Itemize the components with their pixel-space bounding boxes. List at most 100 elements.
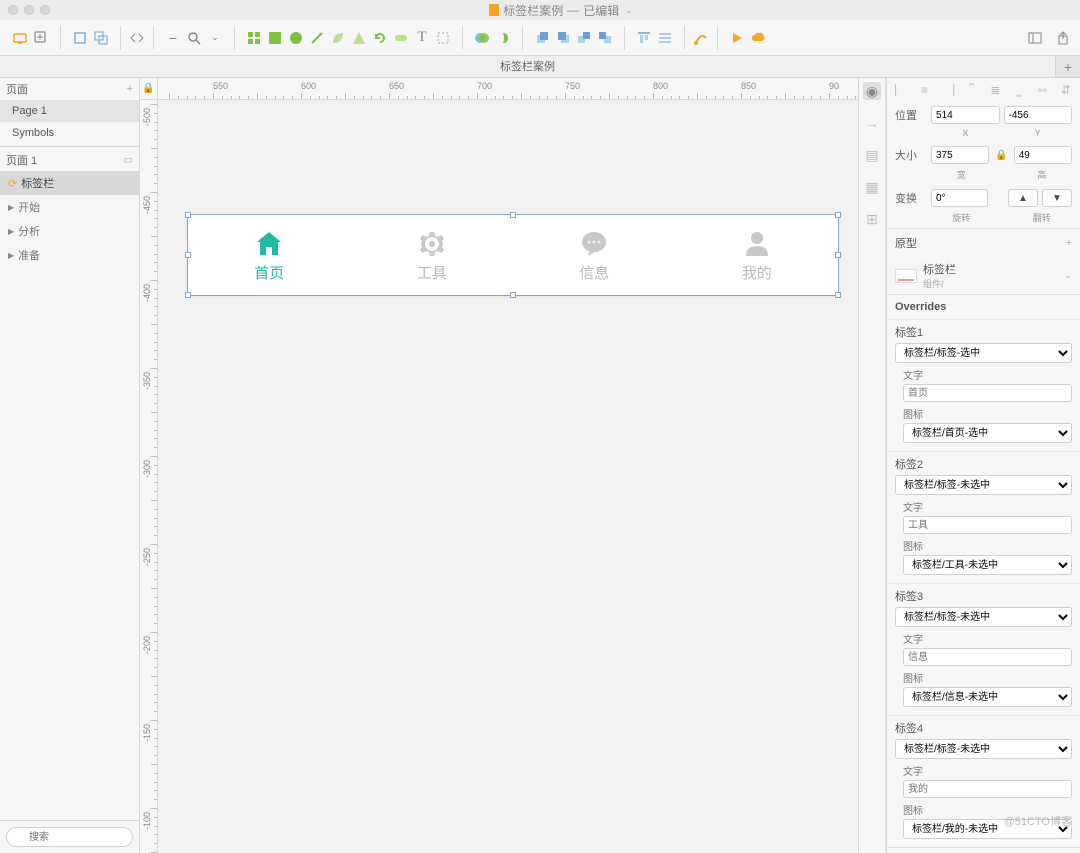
symbol-tool-icon[interactable] bbox=[71, 29, 89, 47]
insert-tool-icon[interactable] bbox=[32, 29, 50, 47]
front-layer-icon[interactable] bbox=[575, 29, 593, 47]
inspector-tab-design[interactable]: ◉ bbox=[863, 82, 881, 100]
overrides-header: Overrides bbox=[895, 301, 946, 313]
back-layer-icon[interactable] bbox=[596, 29, 614, 47]
override-title: 标签3 bbox=[895, 588, 1072, 604]
layer-item[interactable]: ▶开始 bbox=[0, 195, 139, 219]
gear-icon bbox=[416, 228, 448, 260]
resize-tool-icon[interactable] bbox=[128, 29, 146, 47]
override-symbol-select[interactable]: 标签栏/标签-未选中 bbox=[895, 739, 1072, 759]
override-title: 标签4 bbox=[895, 720, 1072, 736]
add-prototype-icon[interactable]: + bbox=[1066, 237, 1072, 249]
symbol-create-icon[interactable] bbox=[92, 29, 110, 47]
add-page-icon[interactable]: + bbox=[127, 83, 133, 95]
tab-add-button[interactable]: + bbox=[1056, 56, 1080, 77]
text-tool-icon[interactable]: T bbox=[413, 29, 431, 47]
tab-profile: 我的 bbox=[676, 215, 839, 295]
traffic-lights[interactable] bbox=[8, 5, 50, 15]
override-icon-select[interactable]: 标签栏/信息-未选中 bbox=[903, 687, 1072, 707]
canvas-area[interactable]: 🔒 55060065070075080085090 -500-450-400-3… bbox=[140, 78, 858, 853]
flip-v-button[interactable]: ▼ bbox=[1042, 189, 1072, 207]
y-sublabel: Y bbox=[1004, 128, 1073, 138]
align-right-icon[interactable]: ⎹ bbox=[940, 82, 956, 98]
align-bottom-icon[interactable]: ⎵ bbox=[1011, 82, 1027, 98]
override-icon-label: 图标 bbox=[903, 538, 1072, 553]
oval-shape-icon[interactable] bbox=[287, 29, 305, 47]
align-center-v-icon[interactable]: ≣ bbox=[987, 82, 1003, 98]
inspector-tab-layout[interactable]: ▤ bbox=[863, 146, 881, 164]
view-mode-icon[interactable] bbox=[1026, 29, 1044, 47]
triangle-shape-icon[interactable] bbox=[350, 29, 368, 47]
zoom-tool-icon[interactable] bbox=[185, 29, 203, 47]
tab-active[interactable]: 标签栏案例 bbox=[0, 56, 1056, 77]
layer-label: 分析 bbox=[18, 223, 40, 239]
override-text-label: 文字 bbox=[903, 499, 1072, 514]
inspector-tab-grid[interactable]: ▦ bbox=[863, 178, 881, 196]
backward-layer-icon[interactable] bbox=[554, 29, 572, 47]
layers-menu-icon[interactable]: ▭ bbox=[124, 155, 133, 166]
search-input[interactable] bbox=[6, 827, 133, 847]
override-text-input[interactable] bbox=[903, 516, 1072, 534]
override-icon-select[interactable]: 标签栏/工具-未选中 bbox=[903, 555, 1072, 575]
artboard-tool-icon[interactable] bbox=[11, 29, 29, 47]
distribute-h-icon[interactable]: ⇿ bbox=[1034, 82, 1050, 98]
override-symbol-select[interactable]: 标签栏/标签-未选中 bbox=[895, 607, 1072, 627]
grid-shape-icon[interactable] bbox=[245, 29, 263, 47]
title-caret-icon[interactable]: ⌄ bbox=[625, 5, 633, 16]
layer-item-tabbar[interactable]: ⟳ 标签栏 bbox=[0, 171, 139, 195]
prototype-symbol-row[interactable]: 标签栏 组件/ ⌄ bbox=[887, 257, 1080, 294]
width-input[interactable] bbox=[931, 146, 989, 164]
page-item[interactable]: Page 1 bbox=[0, 100, 139, 122]
zoom-minus-icon[interactable]: − bbox=[164, 29, 182, 47]
align-left-icon[interactable]: ⎸ bbox=[893, 82, 909, 98]
vector-tool-icon[interactable] bbox=[692, 29, 710, 47]
tabbar-symbol-instance[interactable]: 首页 工具 信息 我的 bbox=[188, 215, 838, 295]
rotate-shape-icon[interactable] bbox=[371, 29, 389, 47]
align-top-icon[interactable]: ⎴ bbox=[964, 82, 980, 98]
tab-messages: 信息 bbox=[513, 215, 676, 295]
line-shape-icon[interactable] bbox=[308, 29, 326, 47]
height-input[interactable] bbox=[1014, 146, 1072, 164]
zoom-dot[interactable] bbox=[40, 5, 50, 15]
align-center-h-icon[interactable]: ≡ bbox=[917, 82, 933, 98]
forward-layer-icon[interactable] bbox=[533, 29, 551, 47]
union-bool-icon[interactable] bbox=[473, 29, 491, 47]
inspector-tab-prototype[interactable]: → bbox=[863, 114, 881, 132]
share-icon[interactable] bbox=[1054, 29, 1072, 47]
chevron-down-icon[interactable]: ⌄ bbox=[1064, 270, 1072, 281]
override-icon-select[interactable]: 标签栏/首页-选中 bbox=[903, 423, 1072, 443]
subtract-bool-icon[interactable] bbox=[494, 29, 512, 47]
override-text-input[interactable] bbox=[903, 780, 1072, 798]
slice-tool-icon[interactable] bbox=[434, 29, 452, 47]
zoom-caret-icon[interactable]: ⌄ bbox=[206, 29, 224, 47]
lock-aspect-icon[interactable]: 🔒 bbox=[993, 150, 1009, 161]
override-text-input[interactable] bbox=[903, 648, 1072, 666]
minimize-dot[interactable] bbox=[24, 5, 34, 15]
rect-shape-icon[interactable] bbox=[266, 29, 284, 47]
play-preview-icon[interactable] bbox=[728, 29, 746, 47]
close-dot[interactable] bbox=[8, 5, 18, 15]
override-symbol-select[interactable]: 标签栏/标签-未选中 bbox=[895, 475, 1072, 495]
override-symbol-select[interactable]: 标签栏/标签-选中 bbox=[895, 343, 1072, 363]
layer-item[interactable]: ▶准备 bbox=[0, 243, 139, 267]
rotation-input[interactable] bbox=[931, 189, 988, 207]
pill-shape-icon[interactable] bbox=[392, 29, 410, 47]
watermark: @51CTO博客 bbox=[1004, 813, 1072, 829]
inspector-panel: ⎸ ≡ ⎹ ⎴ ≣ ⎵ ⇿ ⇵ 位置 X Y 大小 🔒 宽 bbox=[886, 78, 1080, 853]
cloud-icon[interactable] bbox=[749, 29, 767, 47]
distribute-v-icon[interactable]: ⇵ bbox=[1058, 82, 1074, 98]
flip-h-button[interactable]: ▲ bbox=[1008, 189, 1038, 207]
layer-item[interactable]: ▶分析 bbox=[0, 219, 139, 243]
align-toolbar: ⎸ ≡ ⎹ ⎴ ≣ ⎵ ⇿ ⇵ bbox=[887, 78, 1080, 102]
align-top-icon[interactable] bbox=[635, 29, 653, 47]
transform-label: 变换 bbox=[895, 190, 927, 206]
distribute-icon[interactable] bbox=[656, 29, 674, 47]
override-text-input[interactable] bbox=[903, 384, 1072, 402]
y-input[interactable] bbox=[1004, 106, 1073, 124]
inspector-tab-table[interactable]: ⊞ bbox=[863, 210, 881, 228]
page-item[interactable]: Symbols bbox=[0, 122, 139, 144]
leaf-shape-icon[interactable] bbox=[329, 29, 347, 47]
position-label: 位置 bbox=[895, 107, 927, 123]
ruler-lock-icon[interactable]: 🔒 bbox=[140, 78, 158, 100]
x-input[interactable] bbox=[931, 106, 1000, 124]
